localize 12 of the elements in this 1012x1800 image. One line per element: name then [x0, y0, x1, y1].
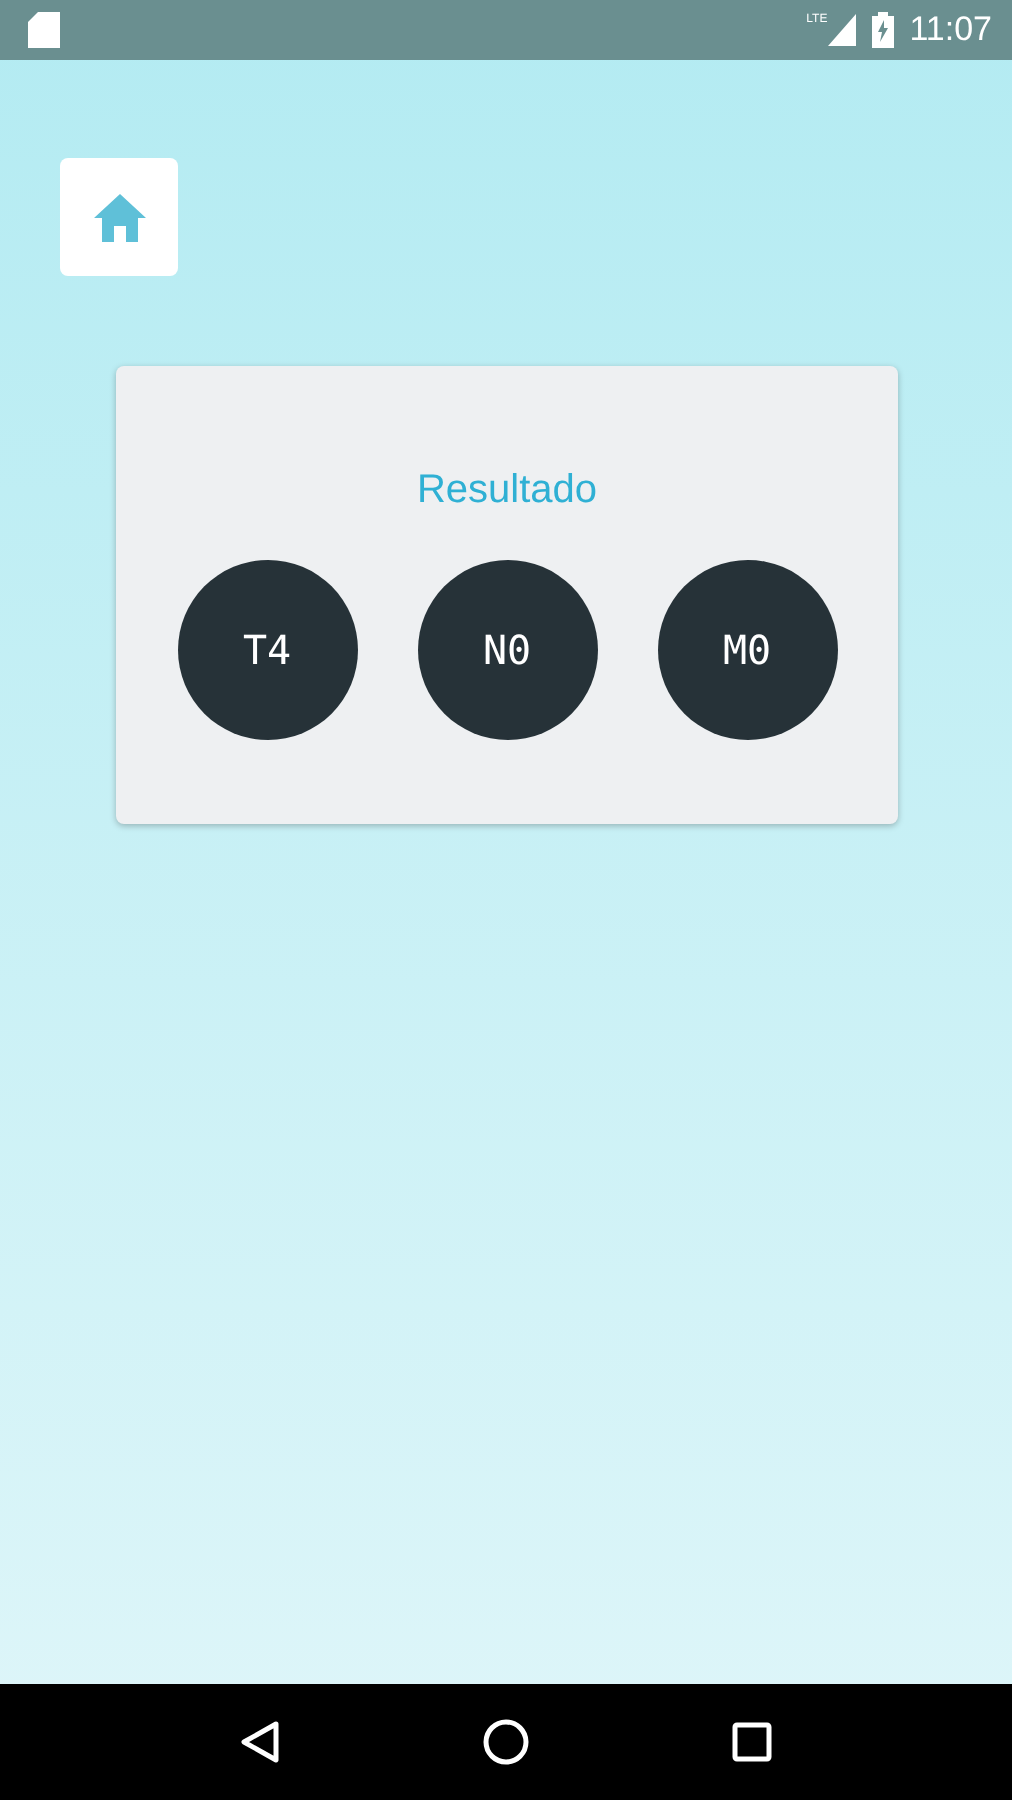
home-nav-icon[interactable]: [481, 1718, 530, 1766]
result-badge: T4: [177, 560, 357, 740]
sd-card-icon: [28, 12, 60, 48]
recents-icon[interactable]: [731, 1722, 772, 1762]
result-badge: M0: [657, 560, 837, 740]
clock: 11:07: [909, 10, 992, 50]
battery-icon: [871, 12, 894, 48]
signal-icon: [827, 14, 856, 46]
result-badge: N0: [417, 560, 597, 740]
card-title: Resultado: [416, 468, 598, 514]
back-icon[interactable]: [240, 1720, 281, 1764]
home-icon: [93, 193, 145, 241]
